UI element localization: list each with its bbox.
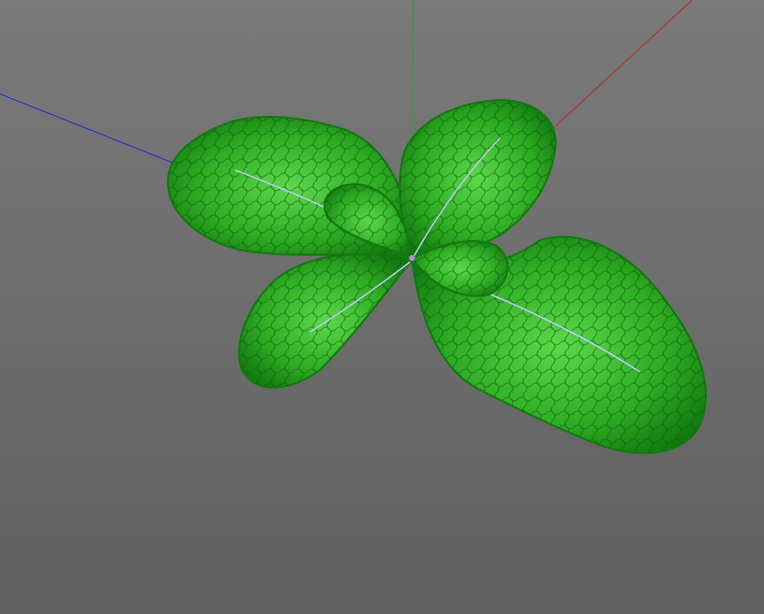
scene-canvas[interactable] (0, 0, 764, 614)
stem-tip (409, 255, 415, 261)
3d-viewport[interactable] (0, 0, 764, 614)
